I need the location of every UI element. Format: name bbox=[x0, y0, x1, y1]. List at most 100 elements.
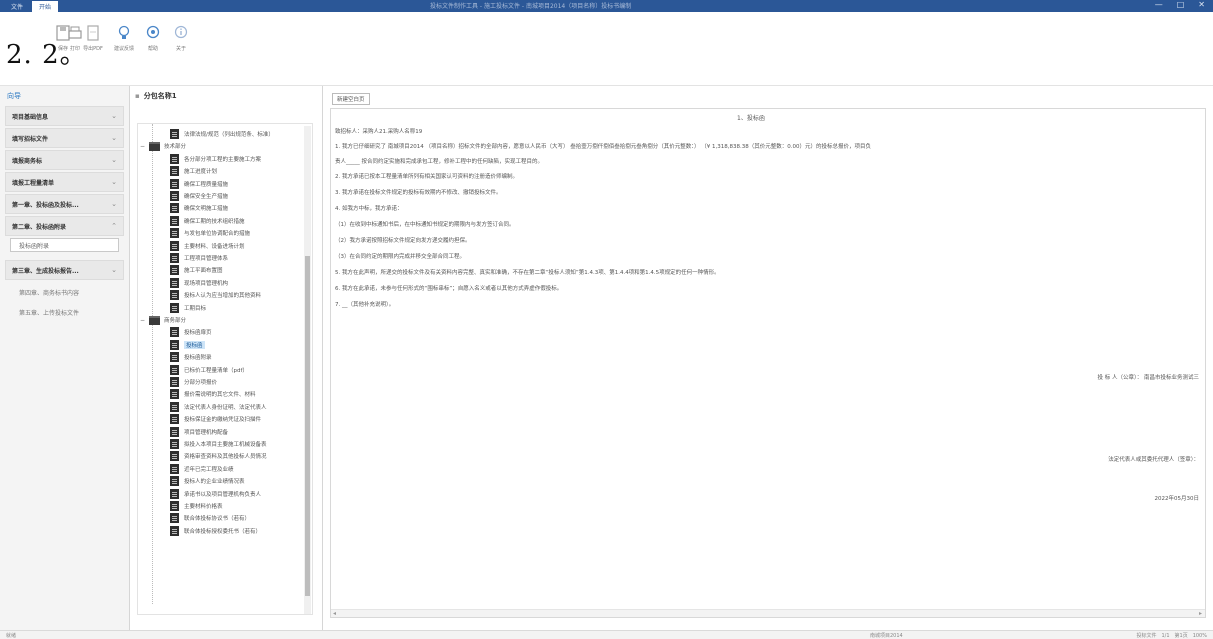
tab-file[interactable]: 文件 bbox=[4, 1, 30, 12]
document-icon bbox=[170, 451, 179, 462]
tree-doc-node[interactable]: 近年已完工程及业绩 bbox=[170, 463, 234, 475]
wizard-item-label: 第二章、投标函附录 bbox=[12, 223, 67, 231]
wizard-item-label: 填报工程量清单 bbox=[12, 179, 55, 187]
tree-doc-node[interactable]: 各分部分项工程的主要施工方案 bbox=[170, 153, 261, 165]
document-icon bbox=[170, 153, 179, 164]
feedback-button[interactable]: 建议反馈 bbox=[111, 24, 137, 52]
doc-line: 1. 我方已仔细研究了 南城项目2014 （项目名称）招标文件的全部内容，愿意以… bbox=[335, 144, 871, 150]
tree-node-label: 投标人的企业业绩情况表 bbox=[184, 479, 245, 486]
wizard-item-chapter-2[interactable]: 第二章、投标函附录 ⌃ bbox=[5, 216, 124, 236]
document-editor[interactable]: 1、投标函 致招标人：采购人21.采购人名称19 1. 我方已仔细研究了 南城项… bbox=[330, 108, 1206, 618]
doc-line: （3）在合同约定的期限内完成并移交全部合同工程。 bbox=[335, 254, 466, 260]
tree-scrollbar[interactable] bbox=[304, 126, 311, 614]
tree-doc-node[interactable]: 投标人的企业业绩情况表 bbox=[170, 475, 245, 487]
tree-doc-node[interactable]: 拟投入本项目主要施工机械设备表 bbox=[170, 438, 267, 450]
horizontal-scrollbar[interactable]: ◂ ▸ bbox=[331, 609, 1205, 617]
document-tree: 法律法规/规范（列出规范条、标准） − 技术部分各分部分项工程的主要施工方案 施工进度… bbox=[137, 123, 313, 615]
signature-date: 2022年05月30日 bbox=[1154, 496, 1200, 502]
doc-line: 5. 我方在此声明，所递交的投标文件及有关资料内容完整、真实和准确，不存在第二章… bbox=[335, 270, 720, 276]
tree-node-label: 投标保证金的缴纳凭证及扫描件 bbox=[184, 417, 262, 424]
ribbon: 2. 2。 保存 打印 导出PDF 建议反馈 帮助 关于 bbox=[0, 12, 1213, 86]
tree-node-label: 拟投入本项目主要施工机械设备表 bbox=[184, 442, 267, 448]
collapse-toggle-icon[interactable]: − bbox=[140, 143, 146, 150]
document-title: 1、投标函 bbox=[737, 115, 765, 122]
tree-doc-node[interactable]: 联合体投标授权委托书（若有） bbox=[170, 525, 261, 537]
minimize-button[interactable]: — bbox=[1155, 0, 1163, 9]
tree-doc-node[interactable]: 资格审查资料及其他投标人员情况 bbox=[170, 450, 267, 462]
tree-doc-node[interactable]: 投标函 bbox=[170, 339, 205, 351]
export-pdf-button[interactable]: 导出PDF bbox=[80, 24, 106, 52]
tree-doc-node[interactable]: 主要材料、设备进场计划 bbox=[170, 240, 245, 252]
doc-line: 致招标人：采购人21.采购人名称19 bbox=[335, 129, 423, 135]
tree-doc-node[interactable]: 工期目标 bbox=[170, 302, 206, 314]
tree-node-label: 承诺书以及项目管理机构负责人 bbox=[184, 491, 262, 498]
tree-doc-node[interactable]: 确保工期的技术组织措施 bbox=[170, 215, 245, 227]
wizard-item-chapter-5[interactable]: 第五章、上传投标文件 bbox=[5, 304, 124, 320]
help-button[interactable]: 帮助 bbox=[140, 24, 166, 52]
close-button[interactable]: ✕ bbox=[1198, 0, 1205, 9]
tree-doc-node[interactable]: 法律法规/规范（列出规范条、标准） bbox=[170, 128, 274, 140]
tree-doc-node[interactable]: 施工进度计划 bbox=[170, 165, 217, 177]
tree-node-label: 已标价工程量清单（pdf） bbox=[184, 367, 248, 374]
tree-folder-node[interactable]: − 技术部分 bbox=[140, 140, 186, 152]
tree-doc-node[interactable]: 已标价工程量清单（pdf） bbox=[170, 364, 248, 376]
collapse-toggle-icon[interactable]: − bbox=[140, 317, 146, 324]
doc-line: 责人_____ 按合同约定实施和完成承包工程，修补工程中的任何缺陷，实现工程目的… bbox=[335, 159, 544, 165]
wizard-item-tender-file[interactable]: 填写招标文件 ⌄ bbox=[5, 128, 124, 148]
tree-doc-node[interactable]: 投标人认为应当增加的其他资料 bbox=[170, 289, 261, 301]
tree-doc-node[interactable]: 投标函附录 bbox=[170, 351, 212, 363]
chevron-down-icon: ⌄ bbox=[111, 112, 117, 120]
document-icon bbox=[170, 178, 179, 189]
folder-icon bbox=[149, 315, 160, 325]
tree-doc-node[interactable]: 投标函扉页 bbox=[170, 326, 212, 338]
tree-doc-node[interactable]: 法定代表人身份证明、法定代表人 bbox=[170, 401, 267, 413]
tree-doc-node[interactable]: 承诺书以及项目管理机构负责人 bbox=[170, 488, 261, 500]
tree-folder-node[interactable]: − 商务部分 bbox=[140, 314, 186, 326]
tree-doc-node[interactable]: 现场项目管理机构 bbox=[170, 277, 228, 289]
document-icon bbox=[170, 253, 179, 263]
tree-node-label: 投标函附录 bbox=[184, 355, 212, 362]
tree-doc-node[interactable]: 确保安全生产措施 bbox=[170, 190, 228, 202]
tree-doc-node[interactable]: 主要材料价格表 bbox=[170, 500, 223, 512]
wizard-subitem-appendix[interactable]: 投标函附录 bbox=[10, 238, 119, 252]
scroll-right-icon[interactable]: ▸ bbox=[1199, 610, 1202, 617]
wizard-item-project-info[interactable]: 项目基础信息 ⌄ bbox=[5, 106, 124, 126]
document-icon bbox=[170, 290, 179, 301]
wizard-item-chapter-4[interactable]: 第四章、商务标书内容 bbox=[5, 284, 124, 300]
tree-doc-node[interactable]: 确保工程质量措施 bbox=[170, 178, 228, 190]
wizard-item-commercial[interactable]: 填报商务标 ⌄ bbox=[5, 150, 124, 170]
tree-doc-node[interactable]: 投标保证金的缴纳凭证及扫描件 bbox=[170, 413, 261, 425]
tree-doc-node[interactable]: 施工平面布置图 bbox=[170, 264, 223, 276]
tab-document[interactable]: 新建空白页 bbox=[332, 93, 370, 105]
signature-bidder: 投 标 人（公章）： 南昌市投标业务测试三 bbox=[1097, 375, 1200, 381]
tree-node-label: 投标函扉页 bbox=[184, 330, 212, 337]
tree-doc-node[interactable]: 工程项目管理体系 bbox=[170, 252, 228, 264]
pin-icon[interactable]: ▪ bbox=[135, 92, 140, 100]
doc-line: 4. 如我方中标，我方承诺： bbox=[335, 206, 403, 212]
tree-node-label: 投标函 bbox=[184, 340, 205, 349]
tree-node-label: 项目管理机构配备 bbox=[184, 429, 229, 436]
tree-doc-node[interactable]: 联合体投标协议书（若有） bbox=[170, 512, 250, 524]
tree-doc-node[interactable]: 与发包单位协调配合的措施 bbox=[170, 227, 250, 239]
tree-doc-node[interactable]: 报价需说明的其它文件、材料 bbox=[170, 388, 256, 400]
document-icon bbox=[170, 513, 179, 524]
help-icon bbox=[146, 25, 160, 39]
document-icon bbox=[170, 277, 179, 288]
tree-doc-node[interactable]: 确保文明施工措施 bbox=[170, 202, 228, 214]
tab-home[interactable]: 开始 bbox=[32, 1, 59, 12]
tree-doc-node[interactable]: 分部分项报价 bbox=[170, 376, 217, 388]
maximize-button[interactable]: □ bbox=[1177, 0, 1185, 9]
about-button[interactable]: 关于 bbox=[168, 24, 194, 52]
wizard-item-bill-of-quantities[interactable]: 填报工程量清单 ⌄ bbox=[5, 172, 124, 192]
tree-node-label: 联合体投标协议书（若有） bbox=[184, 516, 251, 523]
scroll-left-icon[interactable]: ◂ bbox=[333, 610, 336, 617]
tree-node-label: 投标人认为应当增加的其他资料 bbox=[184, 293, 262, 300]
tree-node-label: 商务部分 bbox=[164, 318, 187, 324]
document-icon bbox=[170, 228, 179, 239]
wizard-item-chapter-3[interactable]: 第三章、生成投标报告... ⌄ bbox=[5, 260, 124, 280]
help-label: 帮助 bbox=[147, 46, 158, 52]
tree-doc-node[interactable]: 项目管理机构配备 bbox=[170, 426, 228, 438]
tree-scrollbar-thumb[interactable] bbox=[305, 256, 310, 596]
wizard-item-chapter-1[interactable]: 第一章、投标函及投标... ⌄ bbox=[5, 194, 124, 214]
tree-node-label: 技术部分 bbox=[164, 144, 187, 151]
